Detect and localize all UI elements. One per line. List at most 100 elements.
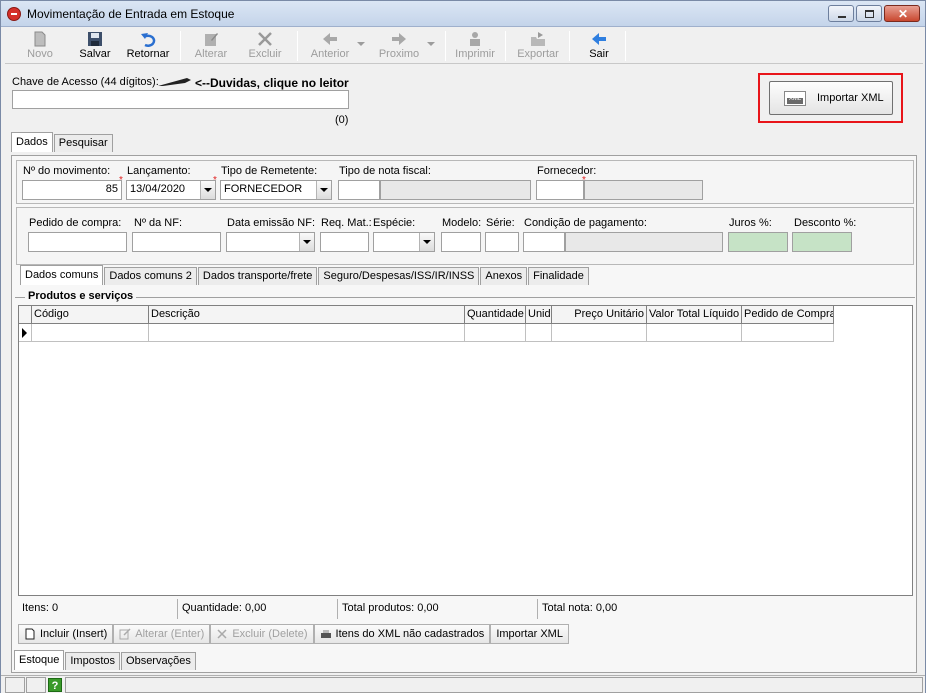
col-valor-total[interactable]: Valor Total Líquido: [647, 306, 742, 324]
help-icon[interactable]: ?: [48, 678, 62, 692]
barcode-reader-icon[interactable]: [157, 77, 193, 87]
incluir-button[interactable]: Incluir (Insert): [18, 624, 114, 644]
row-indicator: [19, 324, 32, 341]
importar-xml-button[interactable]: XML Importar XML: [769, 81, 893, 115]
sair-label: Sair: [589, 48, 609, 60]
tab-dados-comuns-2[interactable]: Dados comuns 2: [104, 267, 197, 285]
edit-item-icon: [119, 628, 131, 640]
anterior-dropdown-icon[interactable]: [357, 42, 365, 46]
desconto-label: Desconto %:: [794, 217, 857, 229]
juros-input[interactable]: [728, 232, 788, 252]
cell-descricao[interactable]: [149, 324, 465, 341]
exportar-label: Exportar: [517, 48, 559, 60]
req-input[interactable]: [320, 232, 369, 252]
importar-xml-grid-button[interactable]: Importar XML: [490, 624, 569, 644]
chave-input[interactable]: [12, 90, 349, 109]
tipo-nota-code-input[interactable]: [338, 180, 380, 200]
new-document-icon: [34, 31, 46, 47]
itens-xml-label: Itens do XML não cadastrados: [335, 628, 485, 640]
chevron-down-icon[interactable]: [419, 233, 434, 251]
itens-xml-button[interactable]: Itens do XML não cadastrados: [313, 624, 491, 644]
toolbar: Novo Salvar Retornar Alterar Excluir Ant…: [5, 28, 923, 64]
chave-label: Chave de Acesso (44 dígitos):: [12, 76, 159, 88]
col-descricao[interactable]: Descrição: [149, 306, 465, 324]
lancamento-label: Lançamento:: [127, 165, 191, 177]
modelo-input[interactable]: [441, 232, 481, 252]
sair-button[interactable]: Sair: [579, 29, 619, 63]
col-preco-unitario[interactable]: Preço Unitário: [552, 306, 647, 324]
proximo-dropdown-icon[interactable]: [427, 42, 435, 46]
condicao-code-input[interactable]: [523, 232, 565, 252]
desconto-input[interactable]: [792, 232, 852, 252]
retornar-button[interactable]: Retornar: [123, 29, 173, 63]
exportar-button[interactable]: Exportar: [511, 29, 565, 63]
tipo-nota-label: Tipo de nota fiscal:: [339, 165, 431, 177]
toolbar-separator: [297, 31, 298, 61]
fornecedor-desc: [584, 180, 703, 200]
close-button[interactable]: ✕: [884, 5, 920, 22]
status-total-produtos: Total produtos: 0,00: [338, 599, 538, 619]
col-quantidade[interactable]: Quantidade: [465, 306, 526, 324]
imprimir-label: Imprimir: [455, 48, 495, 60]
movimento-input[interactable]: 85: [22, 180, 122, 200]
modelo-label: Modelo:: [442, 217, 482, 229]
especie-select[interactable]: [373, 232, 435, 252]
serie-label: Série:: [486, 217, 515, 229]
salvar-button[interactable]: Salvar: [73, 29, 117, 63]
fornecedor-code-input[interactable]: [536, 180, 584, 200]
xml-file-icon: XML: [784, 91, 806, 106]
calendar-dropdown-icon[interactable]: [299, 233, 314, 251]
alterar-label: Alterar: [194, 48, 228, 60]
cell-preco-unitario[interactable]: [552, 324, 647, 341]
tipo-remetente-value: FORNECEDOR: [224, 183, 303, 195]
col-unid[interactable]: Unid: [526, 306, 552, 324]
tab-estoque[interactable]: Estoque: [14, 650, 65, 670]
novo-button[interactable]: Novo: [19, 29, 61, 63]
tab-observacoes[interactable]: Observações: [121, 652, 196, 670]
anterior-button[interactable]: Anterior: [305, 29, 355, 63]
nf-input[interactable]: [132, 232, 221, 252]
maximize-button[interactable]: [856, 5, 882, 22]
xml-icon-text: XML: [788, 96, 802, 102]
lancamento-input[interactable]: 13/04/2020: [126, 180, 216, 200]
pedido-input[interactable]: [28, 232, 127, 252]
alterar-item-button[interactable]: Alterar (Enter): [113, 624, 211, 644]
cell-quantidade[interactable]: [465, 324, 526, 341]
proximo-button[interactable]: Proximo: [375, 29, 423, 63]
cell-pedido-compra[interactable]: [742, 324, 834, 341]
main-window: Movimentação de Entrada em Estoque ✕ Nov…: [0, 0, 926, 693]
table-row[interactable]: [19, 324, 834, 342]
excluir-item-button[interactable]: Excluir (Delete): [210, 624, 314, 644]
produtos-grid[interactable]: Código Descrição Quantidade Unid Preço U…: [18, 305, 913, 596]
close-icon: ✕: [898, 7, 909, 21]
tab-finalidade[interactable]: Finalidade: [528, 267, 589, 285]
tab-seguro-despesas[interactable]: Seguro/Despesas/ISS/IR/INSS: [318, 267, 480, 285]
delete-item-icon: [217, 629, 227, 639]
tipo-remetente-select[interactable]: FORNECEDOR: [220, 180, 332, 200]
cell-valor-total[interactable]: [647, 324, 742, 341]
cell-unid[interactable]: [526, 324, 552, 341]
condicao-desc: [565, 232, 723, 252]
tab-anexos[interactable]: Anexos: [480, 267, 528, 285]
tab-dados-comuns[interactable]: Dados comuns: [20, 265, 104, 285]
cell-codigo[interactable]: [32, 324, 149, 341]
grid-actions: Incluir (Insert) Alterar (Enter) Excluir…: [18, 624, 569, 644]
tab-dados[interactable]: Dados: [11, 132, 53, 152]
excluir-button[interactable]: Excluir: [243, 29, 287, 63]
excluir-label: Excluir: [248, 48, 282, 60]
minimize-button[interactable]: [828, 5, 854, 22]
col-pedido-compra[interactable]: Pedido de Compra: [742, 306, 834, 324]
proximo-label: Proximo: [378, 48, 420, 60]
serie-input[interactable]: [485, 232, 519, 252]
window-title: Movimentação de Entrada em Estoque: [27, 7, 235, 21]
chevron-down-icon[interactable]: [316, 181, 331, 199]
data-emissao-input[interactable]: [226, 232, 315, 252]
alterar-button[interactable]: Alterar: [189, 29, 233, 63]
tab-transporte-frete[interactable]: Dados transporte/frete: [197, 267, 318, 285]
tab-pesquisar[interactable]: Pesquisar: [53, 134, 113, 152]
toolbar-separator: [505, 31, 506, 61]
grid-header: Código Descrição Quantidade Unid Preço U…: [19, 306, 834, 324]
col-codigo[interactable]: Código: [32, 306, 149, 324]
imprimir-button[interactable]: Imprimir: [453, 29, 497, 63]
tab-impostos[interactable]: Impostos: [65, 652, 121, 670]
